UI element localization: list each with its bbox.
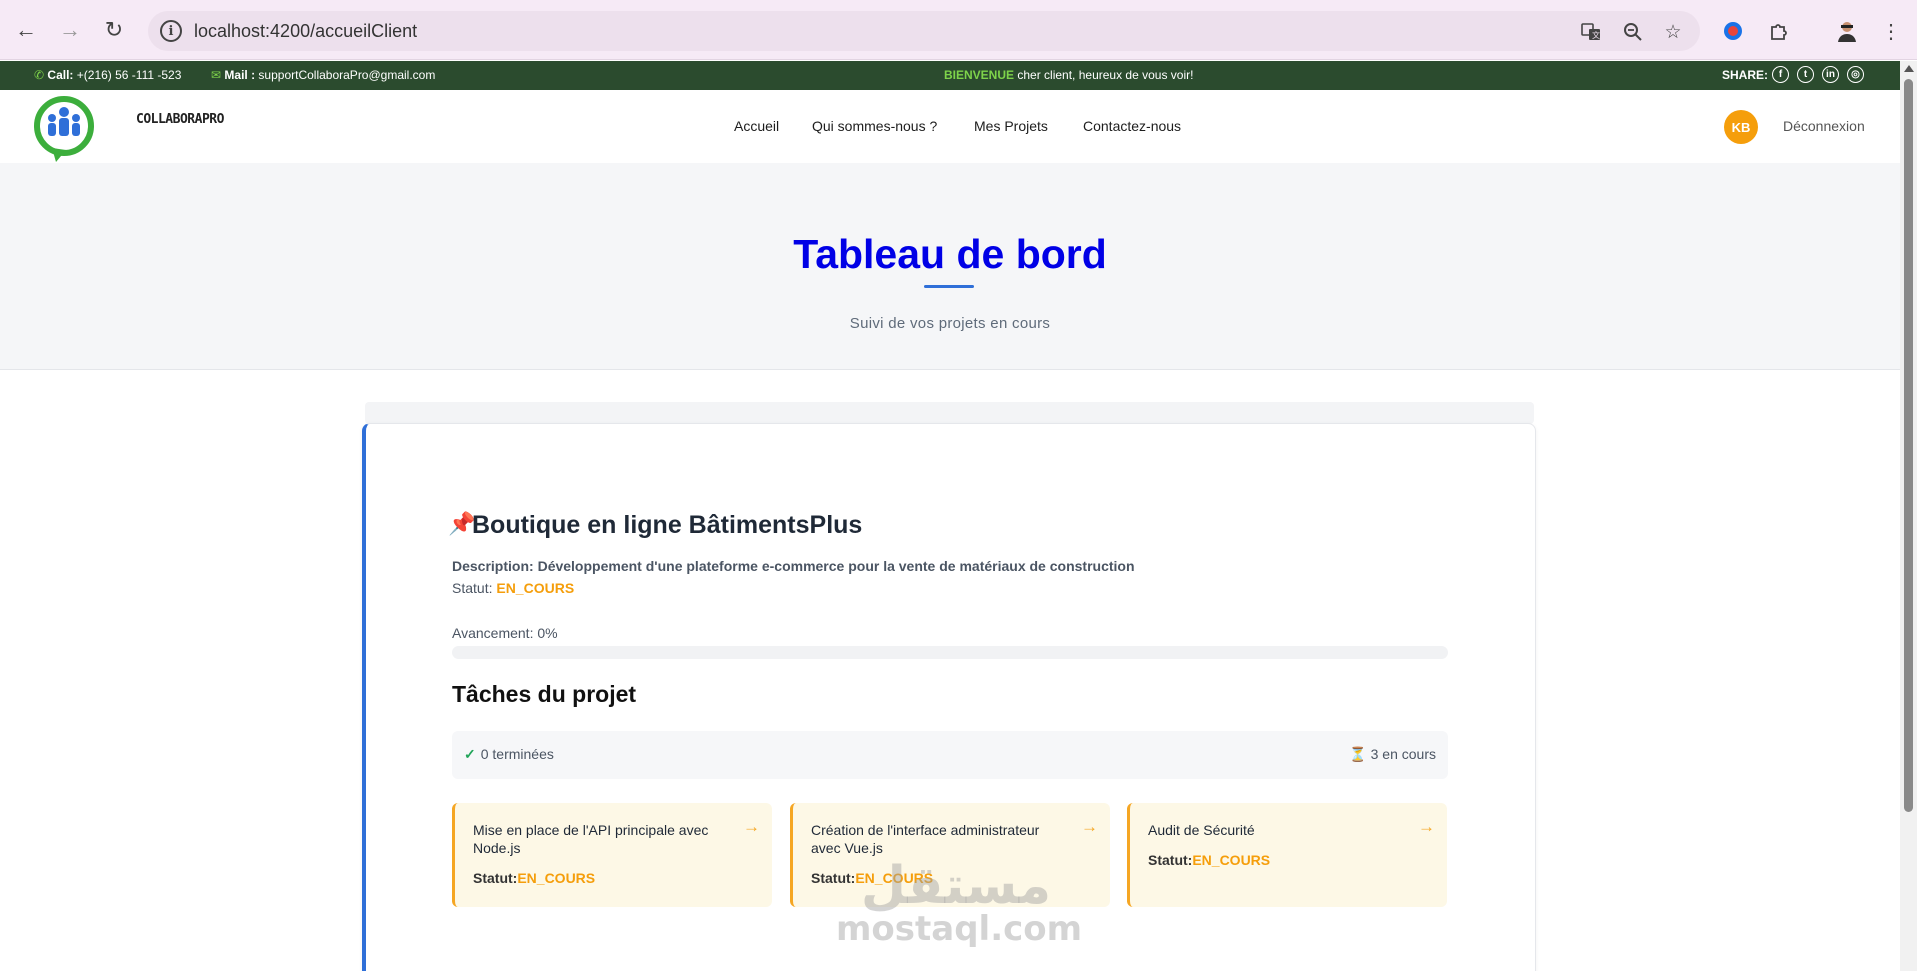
url-text[interactable]: localhost:4200/accueilClient xyxy=(194,21,417,42)
description-text: Développement d'une plateforme e-commerc… xyxy=(537,558,1135,574)
progress-bar xyxy=(452,646,1448,659)
scroll-up-arrow-icon[interactable] xyxy=(1904,65,1914,72)
status-label: Statut: xyxy=(452,580,493,596)
project-description: Description: Développement d'une platefo… xyxy=(452,558,1135,574)
zoom-icon[interactable] xyxy=(1620,19,1646,45)
call-info: ✆ Call: +(216) 56 -111 -523 xyxy=(34,68,181,82)
progress-label: Avancement: 0% xyxy=(452,625,558,641)
task-status: Statut:EN_COURS xyxy=(1148,852,1270,868)
arrow-right-icon[interactable]: → xyxy=(743,817,760,837)
task-title: Audit de Sécurité xyxy=(1148,822,1255,838)
description-label: Description: xyxy=(452,558,534,574)
checkmark-icon: ✓ xyxy=(464,746,476,762)
nav-mes-projets[interactable]: Mes Projets xyxy=(974,118,1048,134)
site-info-icon[interactable]: i xyxy=(160,20,182,42)
task-card[interactable]: Audit de Sécurité → Statut:EN_COURS xyxy=(1127,803,1447,907)
task-title: Création de l'interface administrateur a… xyxy=(811,822,1040,856)
share-label: SHARE: xyxy=(1722,68,1769,82)
project-title: Boutique en ligne BâtimentsPlus xyxy=(472,511,863,539)
tasks-heading: Tâches du projet xyxy=(452,681,637,707)
title-underline xyxy=(924,285,974,288)
back-arrow-icon[interactable]: ← xyxy=(12,16,40,44)
hourglass-icon: ⏳ xyxy=(1349,746,1367,762)
task-status: Statut:EN_COURS xyxy=(811,870,933,886)
task-status: Statut:EN_COURS xyxy=(473,870,595,886)
done-count: ✓ 0 terminées xyxy=(464,746,554,763)
task-status-badge: EN_COURS xyxy=(517,870,596,886)
arrow-right-icon[interactable]: → xyxy=(1418,817,1435,837)
task-status-badge: EN_COURS xyxy=(855,870,934,886)
nav-accueil[interactable]: Accueil xyxy=(734,118,779,134)
user-avatar[interactable]: KB xyxy=(1724,110,1758,144)
task-status-badge: EN_COURS xyxy=(1192,852,1271,868)
extensions-puzzle-icon[interactable] xyxy=(1764,16,1794,46)
task-status-label: Statut: xyxy=(811,870,856,886)
task-status-label: Statut: xyxy=(473,870,518,886)
extension-icon[interactable] xyxy=(1718,16,1748,46)
logout-button[interactable]: Déconnexion xyxy=(1783,118,1865,134)
nav-qui-sommes-nous[interactable]: Qui sommes-nous ? xyxy=(812,118,937,134)
call-label: Call: xyxy=(47,68,74,82)
dribbble-icon[interactable]: ◎ xyxy=(1847,66,1864,83)
page-title: Tableau de bord xyxy=(793,231,1107,277)
welcome-text: cher client, heureux de vous voir! xyxy=(1017,68,1194,82)
address-bar[interactable]: i localhost:4200/accueilClient 文 ☆ xyxy=(148,11,1700,51)
nav-contactez-nous[interactable]: Contactez-nous xyxy=(1083,118,1181,134)
scrollbar-thumb[interactable] xyxy=(1904,79,1913,812)
browser-toolbar: ← → ↻ i localhost:4200/accueilClient 文 ☆… xyxy=(0,0,1917,60)
task-card[interactable]: Création de l'interface administrateur a… xyxy=(790,803,1110,907)
forward-arrow-icon[interactable]: → xyxy=(56,16,84,44)
logo-text: COLLABORAPRO xyxy=(136,112,224,127)
task-card[interactable]: Mise en place de l'API principale avec N… xyxy=(452,803,772,907)
mail-label: Mail : xyxy=(224,68,256,82)
reload-icon[interactable]: ↻ xyxy=(100,16,128,44)
facebook-icon[interactable]: f xyxy=(1772,66,1789,83)
task-title: Mise en place de l'API principale avec N… xyxy=(473,822,709,856)
mail-value: supportCollaboraPro@gmail.com xyxy=(258,68,436,82)
dashboard-hero: Tableau de bord Suivi de vos projets en … xyxy=(0,163,1900,370)
project-status: Statut: EN_COURS xyxy=(452,580,574,596)
task-status-label: Statut: xyxy=(1148,852,1193,868)
in-progress-count: ⏳ 3 en cours xyxy=(1349,746,1436,763)
page-scrollbar[interactable] xyxy=(1900,61,1917,971)
welcome-message: BIENVENUE cher client, heureux de vous v… xyxy=(944,68,1193,82)
mail-info: ✉ Mail : supportCollaboraPro@gmail.com xyxy=(211,68,435,82)
twitter-icon[interactable]: t xyxy=(1797,66,1814,83)
project-card: 📌 Boutique en ligne BâtimentsPlus Descri… xyxy=(362,423,1536,971)
status-badge: EN_COURS xyxy=(496,580,575,596)
call-value: +(216) 56 -111 -523 xyxy=(76,68,182,82)
site-header: COLLABORAPRO Accueil Qui sommes-nous ? M… xyxy=(0,90,1900,163)
linkedin-icon[interactable]: in xyxy=(1822,66,1839,83)
phone-icon: ✆ xyxy=(34,68,45,82)
browser-menu-icon[interactable]: ⋮ xyxy=(1876,16,1906,46)
card-header-strip xyxy=(365,402,1534,424)
page-subtitle: Suivi de vos projets en cours xyxy=(849,315,1051,332)
logo[interactable]: COLLABORAPRO xyxy=(34,90,224,162)
done-count-text: 0 terminées xyxy=(480,746,554,762)
welcome-highlight: BIENVENUE xyxy=(944,68,1015,82)
share-icons: f t in ◎ xyxy=(1772,66,1864,83)
in-progress-count-text: 3 en cours xyxy=(1370,746,1436,762)
top-info-bar: ✆ Call: +(216) 56 -111 -523 ✉ Mail : sup… xyxy=(0,61,1900,90)
translate-icon[interactable]: 文 xyxy=(1578,19,1604,45)
svg-text:文: 文 xyxy=(1592,30,1600,40)
logo-mark-icon xyxy=(34,96,94,162)
profile-avatar-icon[interactable] xyxy=(1832,16,1862,46)
envelope-icon: ✉ xyxy=(211,68,222,82)
tasks-summary: ✓ 0 terminées ⏳ 3 en cours xyxy=(452,731,1448,779)
arrow-right-icon[interactable]: → xyxy=(1081,817,1098,837)
bookmark-star-icon[interactable]: ☆ xyxy=(1660,19,1686,45)
